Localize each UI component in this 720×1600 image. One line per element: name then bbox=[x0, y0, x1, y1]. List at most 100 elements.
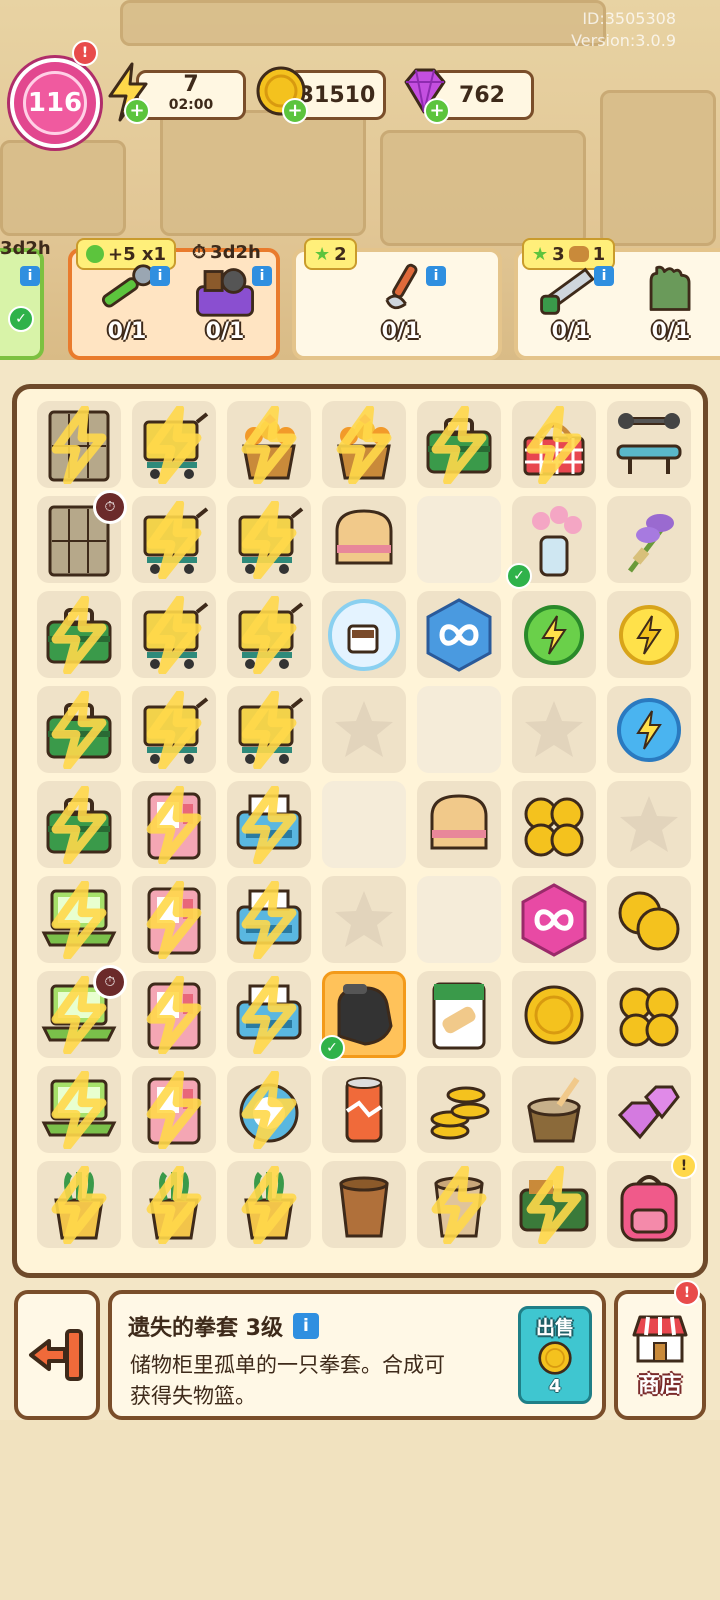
order-4-item-1-info-icon[interactable]: i bbox=[594, 266, 614, 286]
check-icon: ✓ bbox=[506, 563, 532, 589]
order-1-info-icon[interactable]: i bbox=[20, 266, 40, 286]
board-item-pot[interactable] bbox=[132, 1161, 216, 1248]
board-item-soda[interactable] bbox=[322, 1066, 406, 1153]
add-coins-button[interactable]: + bbox=[282, 98, 308, 124]
board-item-toolbox[interactable] bbox=[37, 686, 121, 773]
board-item-coins-2[interactable] bbox=[607, 876, 691, 963]
board-item-vending[interactable] bbox=[132, 971, 216, 1058]
board-item-toolbox[interactable] bbox=[417, 401, 501, 488]
board-item-cart[interactable] bbox=[227, 591, 311, 678]
order-card-2[interactable]: +5 x1 ⏱ 3d2h 0/1 i 0/1 i bbox=[68, 238, 280, 360]
energy-counter[interactable]: 7 02:00 bbox=[136, 70, 246, 120]
order-2-item-2-info-icon[interactable]: i bbox=[252, 266, 272, 286]
board-item-cart[interactable] bbox=[132, 496, 216, 583]
level-badge[interactable]: 116 bbox=[10, 58, 100, 148]
board-item-toolbox[interactable] bbox=[37, 591, 121, 678]
board-item-coffee-bubble[interactable] bbox=[322, 591, 406, 678]
board-item-toast[interactable] bbox=[322, 496, 406, 583]
board-item-cart[interactable] bbox=[227, 686, 311, 773]
board-item-pot[interactable] bbox=[37, 1161, 121, 1248]
star-icon bbox=[335, 890, 393, 947]
board-item-coins[interactable] bbox=[607, 971, 691, 1058]
board-item-energy-blue[interactable] bbox=[607, 686, 691, 773]
board-cell-empty[interactable] bbox=[417, 496, 501, 583]
board-item-laptop[interactable] bbox=[37, 876, 121, 963]
board-item-vending[interactable] bbox=[132, 876, 216, 963]
board-item-mortar[interactable] bbox=[512, 1066, 596, 1153]
board-item-printer[interactable] bbox=[227, 876, 311, 963]
board-item-flower-basket[interactable] bbox=[227, 401, 311, 488]
sell-button[interactable]: 出售 4 bbox=[518, 1306, 592, 1404]
item-info-icon[interactable]: i bbox=[292, 1313, 319, 1339]
order-card-1[interactable]: 3d2h ✓ i bbox=[0, 238, 51, 360]
lock-bolt-icon bbox=[241, 880, 297, 959]
level-number: 116 bbox=[23, 71, 87, 135]
board-item-star[interactable] bbox=[322, 686, 406, 773]
shop-button[interactable]: 商店 bbox=[614, 1290, 706, 1420]
toast-icon bbox=[430, 793, 488, 849]
order-3-info-icon[interactable]: i bbox=[426, 266, 446, 286]
board-item-vending[interactable] bbox=[132, 781, 216, 868]
star-icon: ★ bbox=[314, 243, 331, 265]
board-item-cart[interactable] bbox=[227, 496, 311, 583]
order-card-3[interactable]: ★ 2 0/1 i bbox=[292, 238, 502, 360]
lock-bolt-icon bbox=[51, 1165, 107, 1244]
order-card-4[interactable]: ★ 3 1 0/1 i 0/1 bbox=[514, 238, 720, 360]
board-item-coins-stack[interactable] bbox=[417, 1066, 501, 1153]
board-item-coins[interactable] bbox=[512, 781, 596, 868]
board-item-vending[interactable] bbox=[132, 1066, 216, 1153]
board-item-cart[interactable] bbox=[132, 591, 216, 678]
board-item-coin[interactable] bbox=[512, 971, 596, 1058]
lock-bolt-icon bbox=[51, 880, 107, 959]
board-cell-empty[interactable] bbox=[322, 781, 406, 868]
board-cell-empty[interactable] bbox=[417, 686, 501, 773]
infinity-pink-icon bbox=[521, 882, 587, 957]
board-item-bandage[interactable] bbox=[417, 971, 501, 1058]
board-item-flower-vase[interactable]: ✓ bbox=[506, 496, 596, 589]
lock-bolt-icon bbox=[241, 690, 297, 769]
cup-icon bbox=[339, 1176, 389, 1237]
timer-icon: ⏱ bbox=[93, 965, 127, 999]
board-item-cup[interactable] bbox=[322, 1161, 406, 1248]
board-item-printer[interactable] bbox=[227, 971, 311, 1058]
board-item-tool-case[interactable] bbox=[512, 1161, 596, 1248]
board-item-star[interactable] bbox=[512, 686, 596, 773]
board-item-star[interactable] bbox=[607, 781, 691, 868]
board-item-cart[interactable] bbox=[132, 401, 216, 488]
backpack-icon bbox=[620, 1174, 678, 1241]
board-cell-empty[interactable] bbox=[417, 876, 501, 963]
shop-alert-icon: ! bbox=[674, 1280, 700, 1306]
board-item-pot[interactable] bbox=[227, 1161, 311, 1248]
energy-blue-icon bbox=[617, 697, 681, 762]
board-item-flower-basket[interactable] bbox=[322, 401, 406, 488]
board-item-backpack[interactable]: ! bbox=[607, 1153, 697, 1248]
board-item-gems[interactable] bbox=[607, 1066, 691, 1153]
board-item-cup-lock[interactable] bbox=[417, 1161, 501, 1248]
boost-icon bbox=[86, 245, 104, 263]
board-item-toolbox[interactable] bbox=[37, 781, 121, 868]
board-item-bench[interactable] bbox=[607, 401, 691, 488]
coffee-bubble-icon bbox=[328, 598, 400, 671]
board-item-infinity-blue[interactable] bbox=[417, 591, 501, 678]
board-item-locker[interactable]: ⏱ bbox=[37, 490, 127, 583]
board-item-infinity-pink[interactable] bbox=[512, 876, 596, 963]
order-2-item-1-info-icon[interactable]: i bbox=[150, 266, 170, 286]
board-item-cart[interactable] bbox=[132, 686, 216, 773]
board-item-picnic-basket[interactable] bbox=[512, 401, 596, 488]
board-item-printer[interactable] bbox=[227, 781, 311, 868]
board-item-glove[interactable]: ✓ bbox=[319, 971, 406, 1061]
add-gems-button[interactable]: + bbox=[424, 98, 450, 124]
board-item-energy-yellow[interactable] bbox=[607, 591, 691, 678]
exit-button[interactable] bbox=[14, 1290, 100, 1420]
board-item-toast[interactable] bbox=[417, 781, 501, 868]
board-item-lavender[interactable] bbox=[607, 496, 691, 583]
board-item-laptop[interactable] bbox=[37, 1066, 121, 1153]
board-item-locker[interactable] bbox=[37, 401, 121, 488]
add-energy-button[interactable]: + bbox=[124, 98, 150, 124]
shop-label: 商店 bbox=[637, 1373, 682, 1398]
board-item-energy-green[interactable] bbox=[512, 591, 596, 678]
board-item-robot-vacuum[interactable] bbox=[227, 1066, 311, 1153]
item-title: 遗失的拳套 3级 i bbox=[128, 1310, 319, 1342]
board-item-laptop[interactable]: ⏱ bbox=[37, 965, 127, 1058]
board-item-star[interactable] bbox=[322, 876, 406, 963]
